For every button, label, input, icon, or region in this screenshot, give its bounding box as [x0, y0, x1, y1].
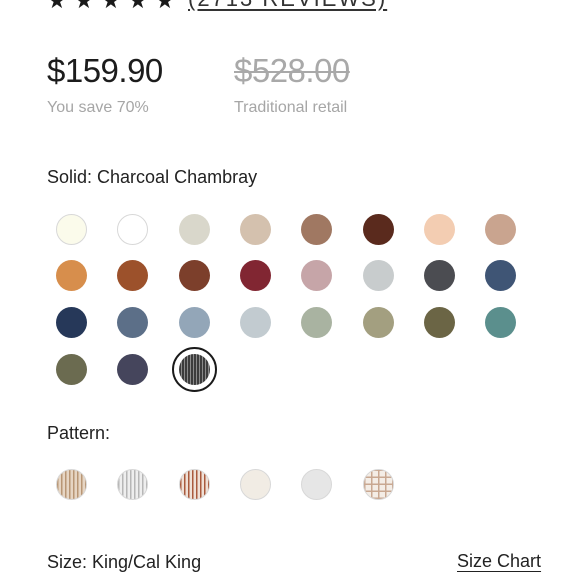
color-swatch-dusty-blue[interactable] — [178, 306, 210, 338]
star-rating: ★ ★ ★ ★ ★ — [47, 0, 177, 14]
pattern-swatch-grid-check[interactable] — [362, 468, 394, 500]
star-icon: ★ — [128, 0, 148, 13]
color-swatch-fog[interactable] — [362, 259, 394, 291]
size-chart-link[interactable]: Size Chart — [457, 551, 541, 572]
color-swatch-mauve[interactable] — [300, 259, 332, 291]
reviews-link[interactable]: (2713 REVIEWS) — [188, 0, 387, 12]
color-swatch-olive[interactable] — [423, 306, 455, 338]
pattern-swatch-rust-stripe[interactable] — [178, 468, 210, 500]
color-swatch-sage[interactable] — [300, 306, 332, 338]
size-label: Size: King/Cal King — [47, 552, 202, 572]
reviews-count[interactable]: (2713 REVIEWS) — [188, 0, 387, 11]
retail-label: Traditional retail — [234, 99, 348, 116]
selected-swatch-ring — [171, 346, 217, 392]
retail-price: $528.00 — [234, 52, 350, 89]
pattern-swatch-heather-grey[interactable] — [300, 468, 332, 500]
color-swatch-olive-grey[interactable] — [362, 306, 394, 338]
color-swatch-teal[interactable] — [484, 306, 516, 338]
color-swatch-mocha[interactable] — [300, 213, 332, 245]
current-price: $159.90 — [47, 52, 163, 89]
star-icon: ★ — [47, 0, 67, 13]
star-icon: ★ — [101, 0, 121, 13]
color-swatch-white[interactable] — [116, 213, 148, 245]
color-swatch-sand[interactable] — [239, 213, 271, 245]
pattern-swatch-grey-stripe[interactable] — [116, 468, 148, 500]
solid-color-label: Solid: Charcoal Chambray — [47, 167, 258, 187]
pattern-label: Pattern: — [47, 423, 111, 443]
color-swatch-brick[interactable] — [178, 259, 210, 291]
color-swatch-navy[interactable] — [55, 306, 87, 338]
color-swatch-rust[interactable] — [116, 259, 148, 291]
star-icon: ★ — [155, 0, 175, 13]
color-swatch-peach[interactable] — [423, 213, 455, 245]
star-icon: ★ — [74, 0, 94, 13]
color-swatch-cream[interactable] — [55, 213, 87, 245]
color-swatch-ochre[interactable] — [55, 259, 87, 291]
pattern-swatch-tan-stripe[interactable] — [55, 468, 87, 500]
color-swatch-eggplant[interactable] — [116, 353, 148, 385]
color-swatch-moss[interactable] — [55, 353, 87, 385]
pattern-swatch-linen[interactable] — [239, 468, 271, 500]
color-swatch-steel-blue[interactable] — [116, 306, 148, 338]
color-swatch-stone[interactable] — [178, 213, 210, 245]
color-swatch-chocolate[interactable] — [362, 213, 394, 245]
color-swatch-mist[interactable] — [239, 306, 271, 338]
color-swatch-slate-blue[interactable] — [484, 259, 516, 291]
color-swatch-graphite[interactable] — [423, 259, 455, 291]
color-swatch-blush-tan[interactable] — [484, 213, 516, 245]
savings-text: You save 70% — [47, 99, 149, 116]
color-swatch-cranberry[interactable] — [239, 259, 271, 291]
